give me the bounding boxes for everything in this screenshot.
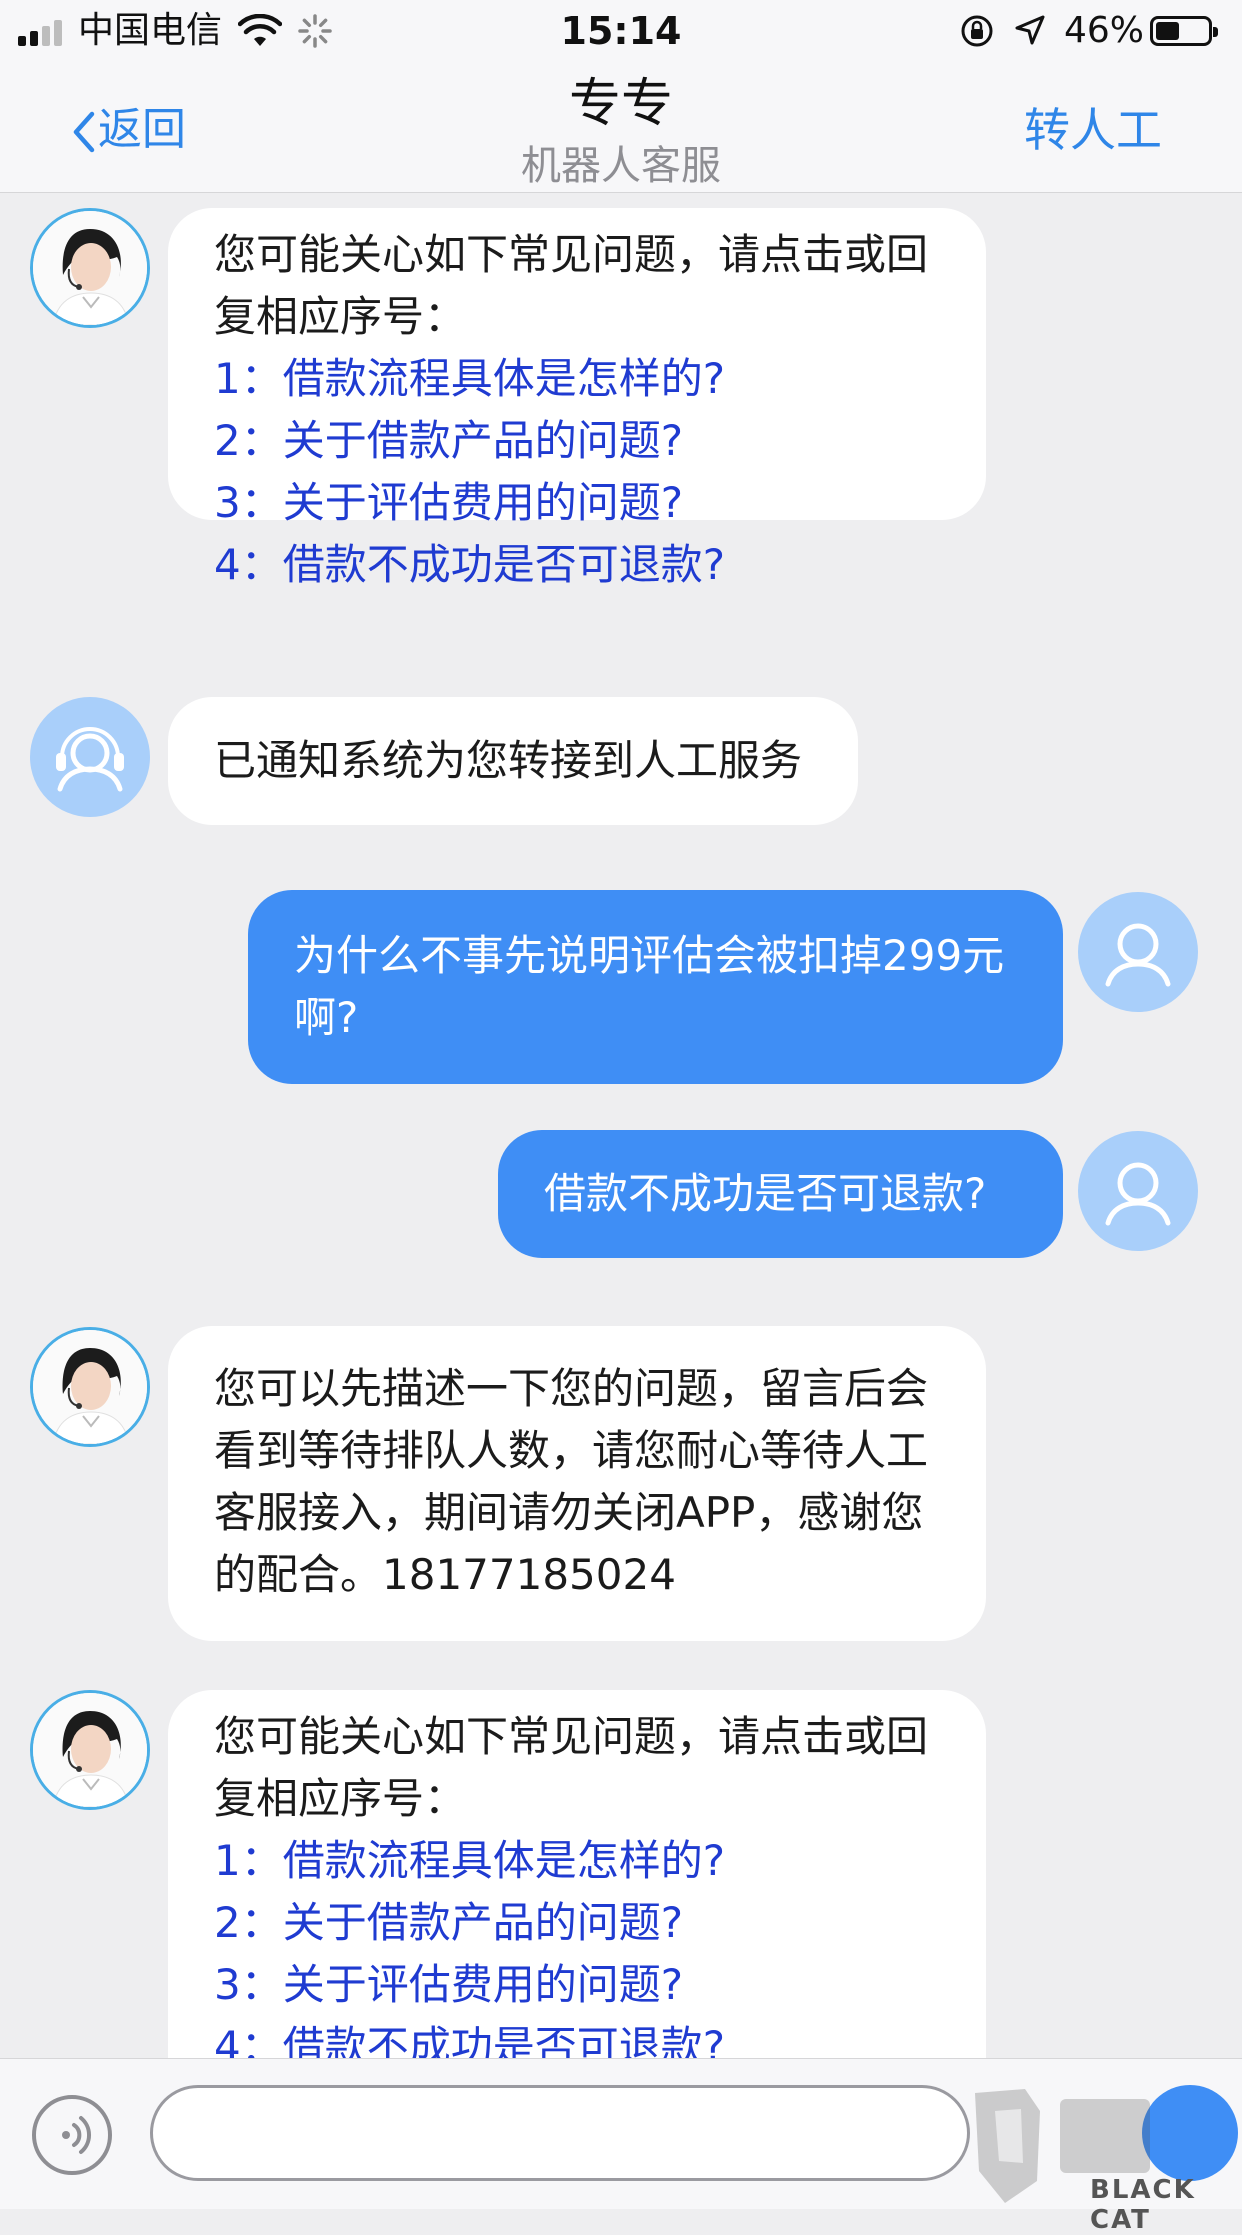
message-text: 看到等待排队人数，请您耐心等待人工 <box>214 1426 929 1475</box>
watermark-text: BLACK CAT <box>1090 2175 1196 2235</box>
message-input[interactable] <box>150 2085 970 2181</box>
agent-avatar-image <box>33 1330 147 1444</box>
agent-avatar <box>30 1690 150 1810</box>
message-text: 复相应序号： <box>214 292 467 341</box>
headset-icon <box>56 727 124 792</box>
message-bubble: 您可能关心如下常见问题，请点击或回 复相应序号： 1：借款流程具体是怎样的? 2… <box>168 1690 986 2058</box>
user-avatar <box>1078 1131 1198 1251</box>
agent-avatar <box>30 1327 150 1447</box>
user-icon <box>1105 1162 1171 1226</box>
transfer-to-human-button[interactable]: 转人工 <box>1024 102 1162 158</box>
nav-bar: 返回 专专 机器人客服 转人工 <box>0 62 1242 193</box>
bot-avatar <box>30 697 150 817</box>
agent-avatar-image <box>33 211 147 325</box>
faq-option-2[interactable]: 2：关于借款产品的问题? <box>214 1892 940 1954</box>
message-text: 的配合。18177185024 <box>214 1550 676 1599</box>
message-bubble: 已通知系统为您转接到人工服务 <box>168 697 858 825</box>
faq-option-1[interactable]: 1：借款流程具体是怎样的? <box>214 1830 940 1892</box>
agent-avatar <box>30 208 150 328</box>
battery-percent: 46% <box>1064 10 1145 51</box>
message-bubble: 您可以先描述一下您的问题，留言后会 看到等待排队人数，请您耐心等待人工 客服接入… <box>168 1326 986 1641</box>
status-bar: 中国电信 15:14 46% <box>0 0 1242 62</box>
chat-area[interactable]: 您可能关心如下常见问题，请点击或回 复相应序号： 1：借款流程具体是怎样的? 2… <box>0 193 1242 2058</box>
rotation-lock-icon <box>961 15 993 47</box>
faq-option-3[interactable]: 3：关于评估费用的问题? <box>214 472 940 534</box>
voice-input-button[interactable] <box>32 2095 112 2175</box>
faq-option-4[interactable]: 4：借款不成功是否可退款? <box>214 2016 940 2058</box>
location-icon <box>1015 15 1045 45</box>
faq-option-4[interactable]: 4：借款不成功是否可退款? <box>214 534 940 596</box>
message-text: 已通知系统为您转接到人工服务 <box>214 736 803 785</box>
message-text: 啊? <box>294 993 359 1042</box>
message-text: 您可能关心如下常见问题，请点击或回 <box>214 1712 929 1761</box>
message-bubble: 借款不成功是否可退款? <box>498 1130 1063 1258</box>
clock: 15:14 <box>560 9 682 53</box>
battery-icon <box>1150 16 1218 46</box>
message-text: 为什么不事先说明评估会被扣掉299元 <box>294 931 1005 980</box>
user-icon <box>1105 923 1171 987</box>
message-text: 您可能关心如下常见问题，请点击或回 <box>214 230 929 279</box>
faq-option-3[interactable]: 3：关于评估费用的问题? <box>214 1954 940 2016</box>
agent-avatar-image <box>33 1693 147 1807</box>
voice-icon <box>62 2116 92 2154</box>
faq-option-2[interactable]: 2：关于借款产品的问题? <box>214 410 940 472</box>
message-text: 复相应序号： <box>214 1774 467 1823</box>
faq-option-1[interactable]: 1：借款流程具体是怎样的? <box>214 348 940 410</box>
message-text: 客服接入，期间请勿关闭APP，感谢您 <box>214 1488 924 1537</box>
message-bubble: 为什么不事先说明评估会被扣掉299元 啊? <box>248 890 1063 1084</box>
message-text: 您可以先描述一下您的问题，留言后会 <box>214 1364 929 1413</box>
message-text: 借款不成功是否可退款? <box>544 1169 987 1218</box>
message-bubble: 您可能关心如下常见问题，请点击或回 复相应序号： 1：借款流程具体是怎样的? 2… <box>168 208 986 589</box>
user-avatar <box>1078 892 1198 1012</box>
input-bar <box>0 2058 1242 2209</box>
